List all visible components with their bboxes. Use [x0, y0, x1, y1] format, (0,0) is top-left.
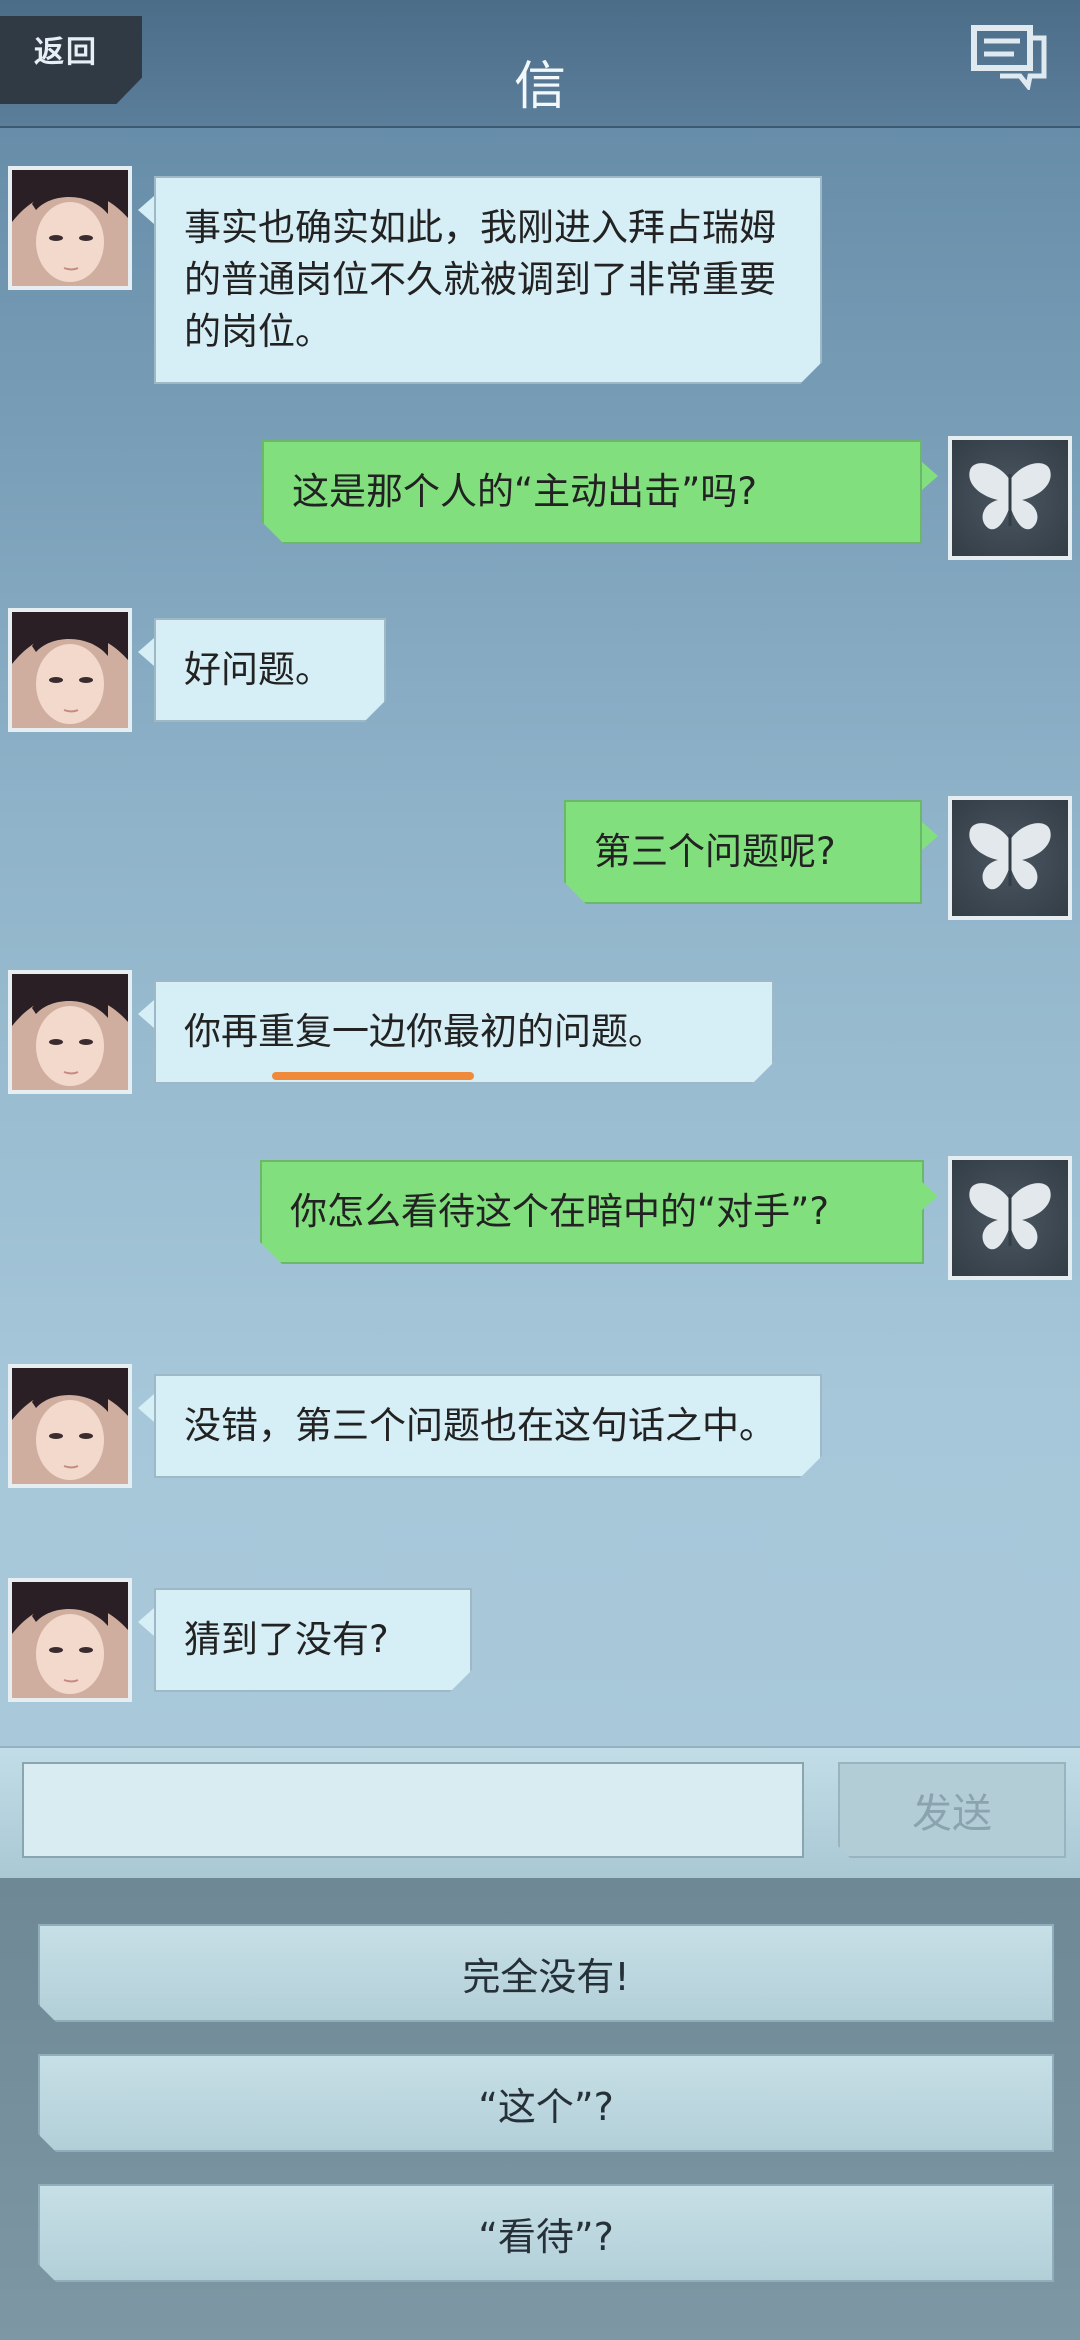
contact-avatar[interactable]	[8, 1364, 132, 1488]
user-avatar-butterfly-icon[interactable]	[948, 436, 1072, 560]
header-bar: 返回 信	[0, 0, 1080, 128]
message-incoming: 猜到了没有?	[154, 1588, 472, 1692]
chat-bubbles-icon[interactable]	[970, 24, 1050, 92]
message-outgoing: 你怎么看待这个在暗中的“对手”?	[260, 1160, 924, 1264]
reply-option[interactable]: 完全没有!	[38, 1924, 1054, 2022]
contact-avatar[interactable]	[8, 608, 132, 732]
bubble-tail	[922, 822, 938, 850]
reply-option-label: “看待”?	[478, 2214, 614, 2259]
bubble-tail	[138, 1608, 154, 1636]
message-outgoing: 这是那个人的“主动出击”吗?	[262, 440, 922, 544]
reply-options-panel: 完全没有! “这个”? “看待”?	[0, 1878, 1080, 2340]
bubble-tail	[922, 1182, 938, 1210]
reply-option-label: 完全没有!	[462, 1954, 630, 1999]
send-button-label: 发送	[912, 1791, 992, 1837]
message-outgoing: 第三个问题呢?	[564, 800, 922, 904]
message-incoming: 事实也确实如此，我刚进入拜占瑞姆的普通岗位不久就被调到了非常重要的岗位。	[154, 176, 822, 384]
reply-option[interactable]: “这个”?	[38, 2054, 1054, 2152]
message-incoming: 好问题。	[154, 618, 386, 722]
bubble-tail	[138, 196, 154, 224]
reply-option-label: “这个”?	[478, 2084, 614, 2129]
message-input-bar: 发送	[0, 1746, 1080, 1880]
contact-avatar[interactable]	[8, 166, 132, 290]
bubble-tail	[138, 638, 154, 666]
send-button[interactable]: 发送	[838, 1762, 1066, 1858]
bubble-tail	[138, 1000, 154, 1028]
bubble-tail	[138, 1394, 154, 1422]
message-input[interactable]	[22, 1762, 804, 1858]
user-avatar-butterfly-icon[interactable]	[948, 796, 1072, 920]
user-avatar-butterfly-icon[interactable]	[948, 1156, 1072, 1280]
contact-avatar[interactable]	[8, 970, 132, 1094]
orange-underline-annotation	[272, 1072, 474, 1080]
bubble-tail	[922, 462, 938, 490]
message-incoming: 你再重复一边你最初的问题。	[154, 980, 774, 1084]
reply-option[interactable]: “看待”?	[38, 2184, 1054, 2282]
message-incoming: 没错，第三个问题也在这句话之中。	[154, 1374, 822, 1478]
page-title: 信	[513, 57, 566, 117]
contact-avatar[interactable]	[8, 1578, 132, 1702]
